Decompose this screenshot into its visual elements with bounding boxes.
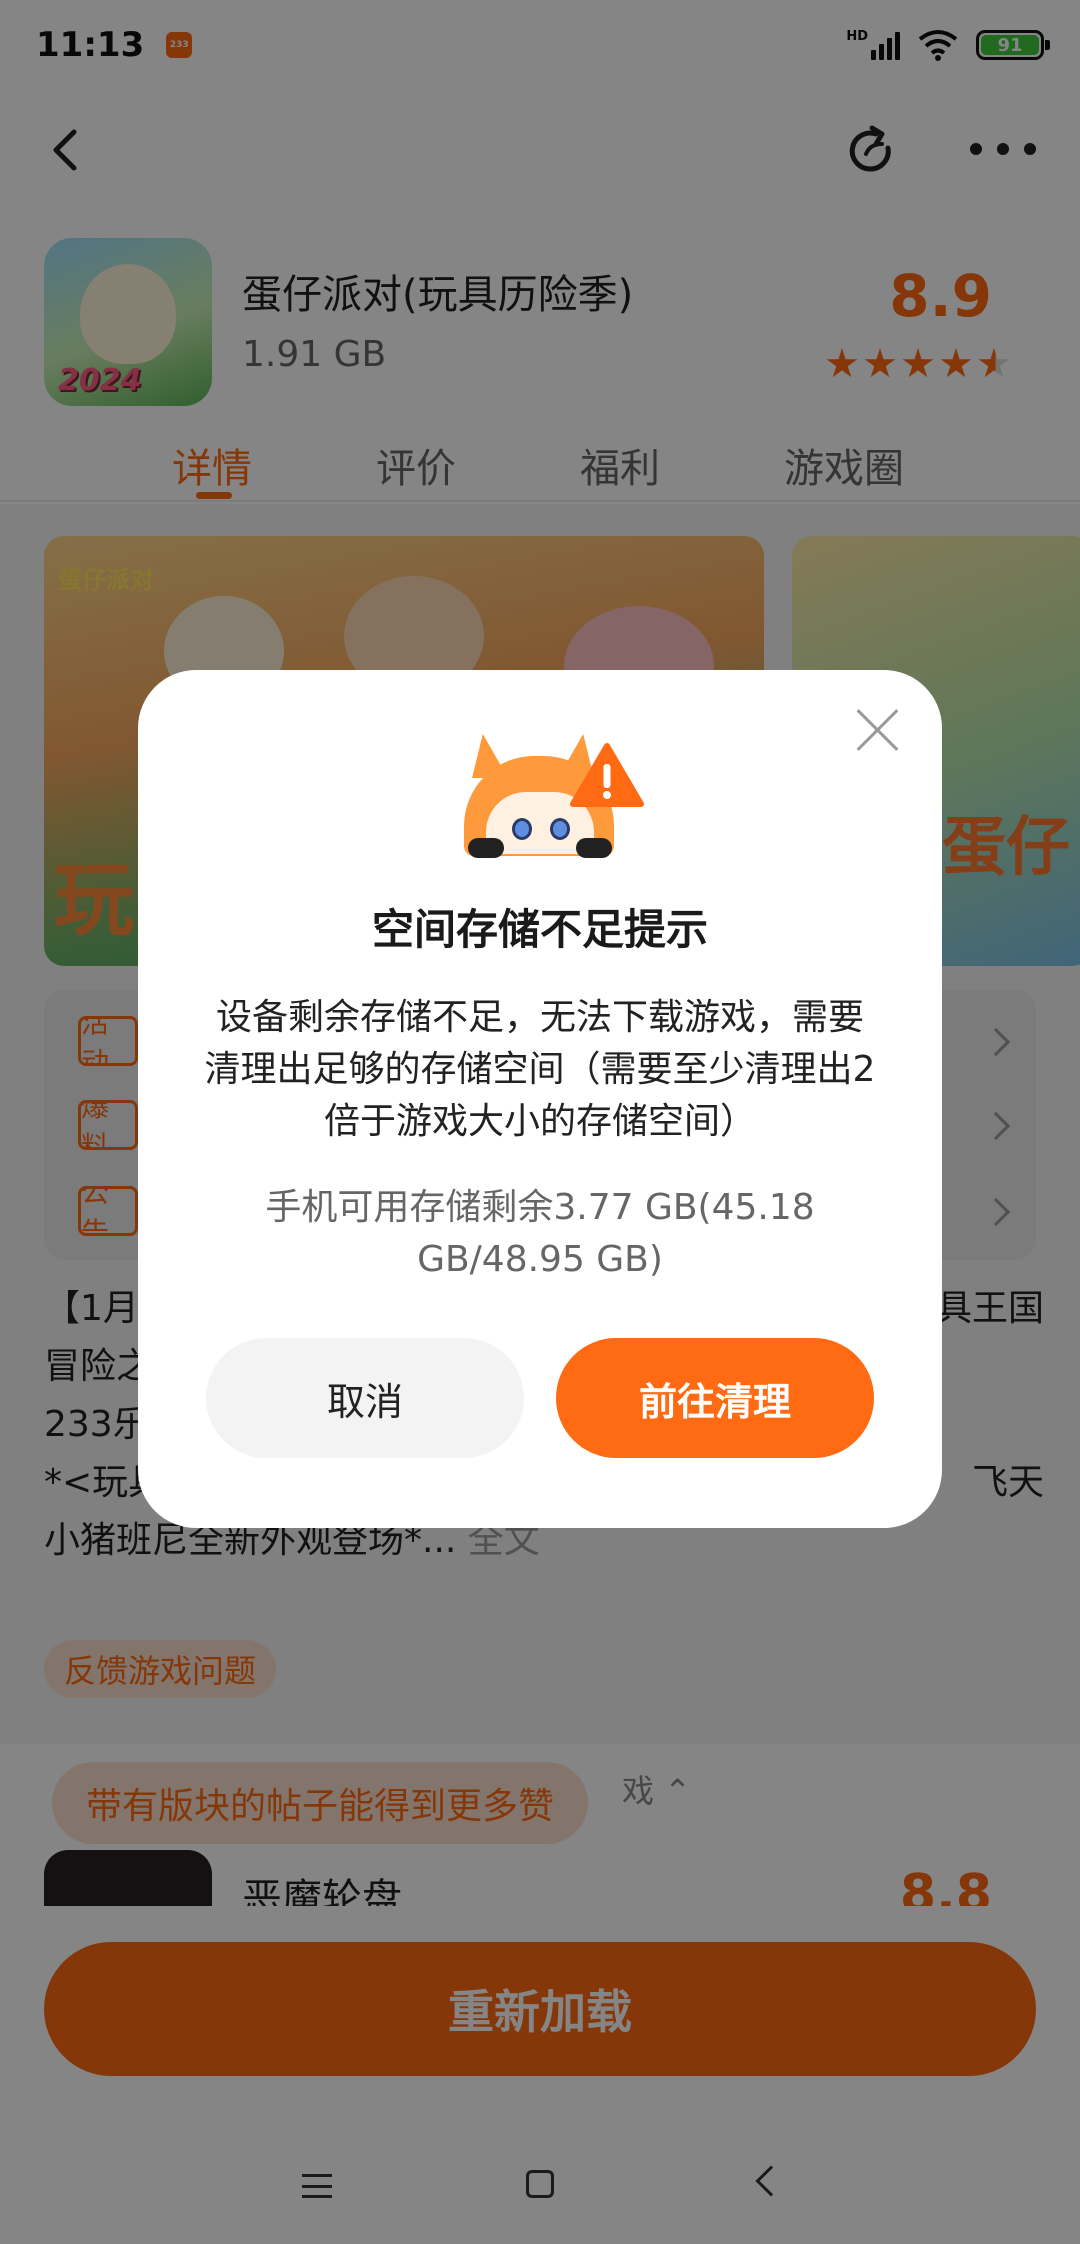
go-clean-button[interactable]: 前往清理 — [556, 1338, 874, 1458]
dialog-title: 空间存储不足提示 — [371, 905, 708, 954]
close-icon[interactable] — [856, 708, 900, 752]
cancel-button[interactable]: 取消 — [206, 1338, 524, 1458]
storage-warning-dialog: 空间存储不足提示 设备剩余存储不足，无法下载游戏，需要清理出足够的存储空间（需要… — [138, 670, 942, 1528]
warning-icon — [570, 743, 644, 807]
dialog-message: 设备剩余存储不足，无法下载游戏，需要清理出足够的存储空间（需要至少清理出2倍于游… — [204, 997, 876, 1142]
storage-info: 手机可用存储剩余3.77 GB(45.18 GB/48.95 GB) — [265, 1187, 815, 1280]
